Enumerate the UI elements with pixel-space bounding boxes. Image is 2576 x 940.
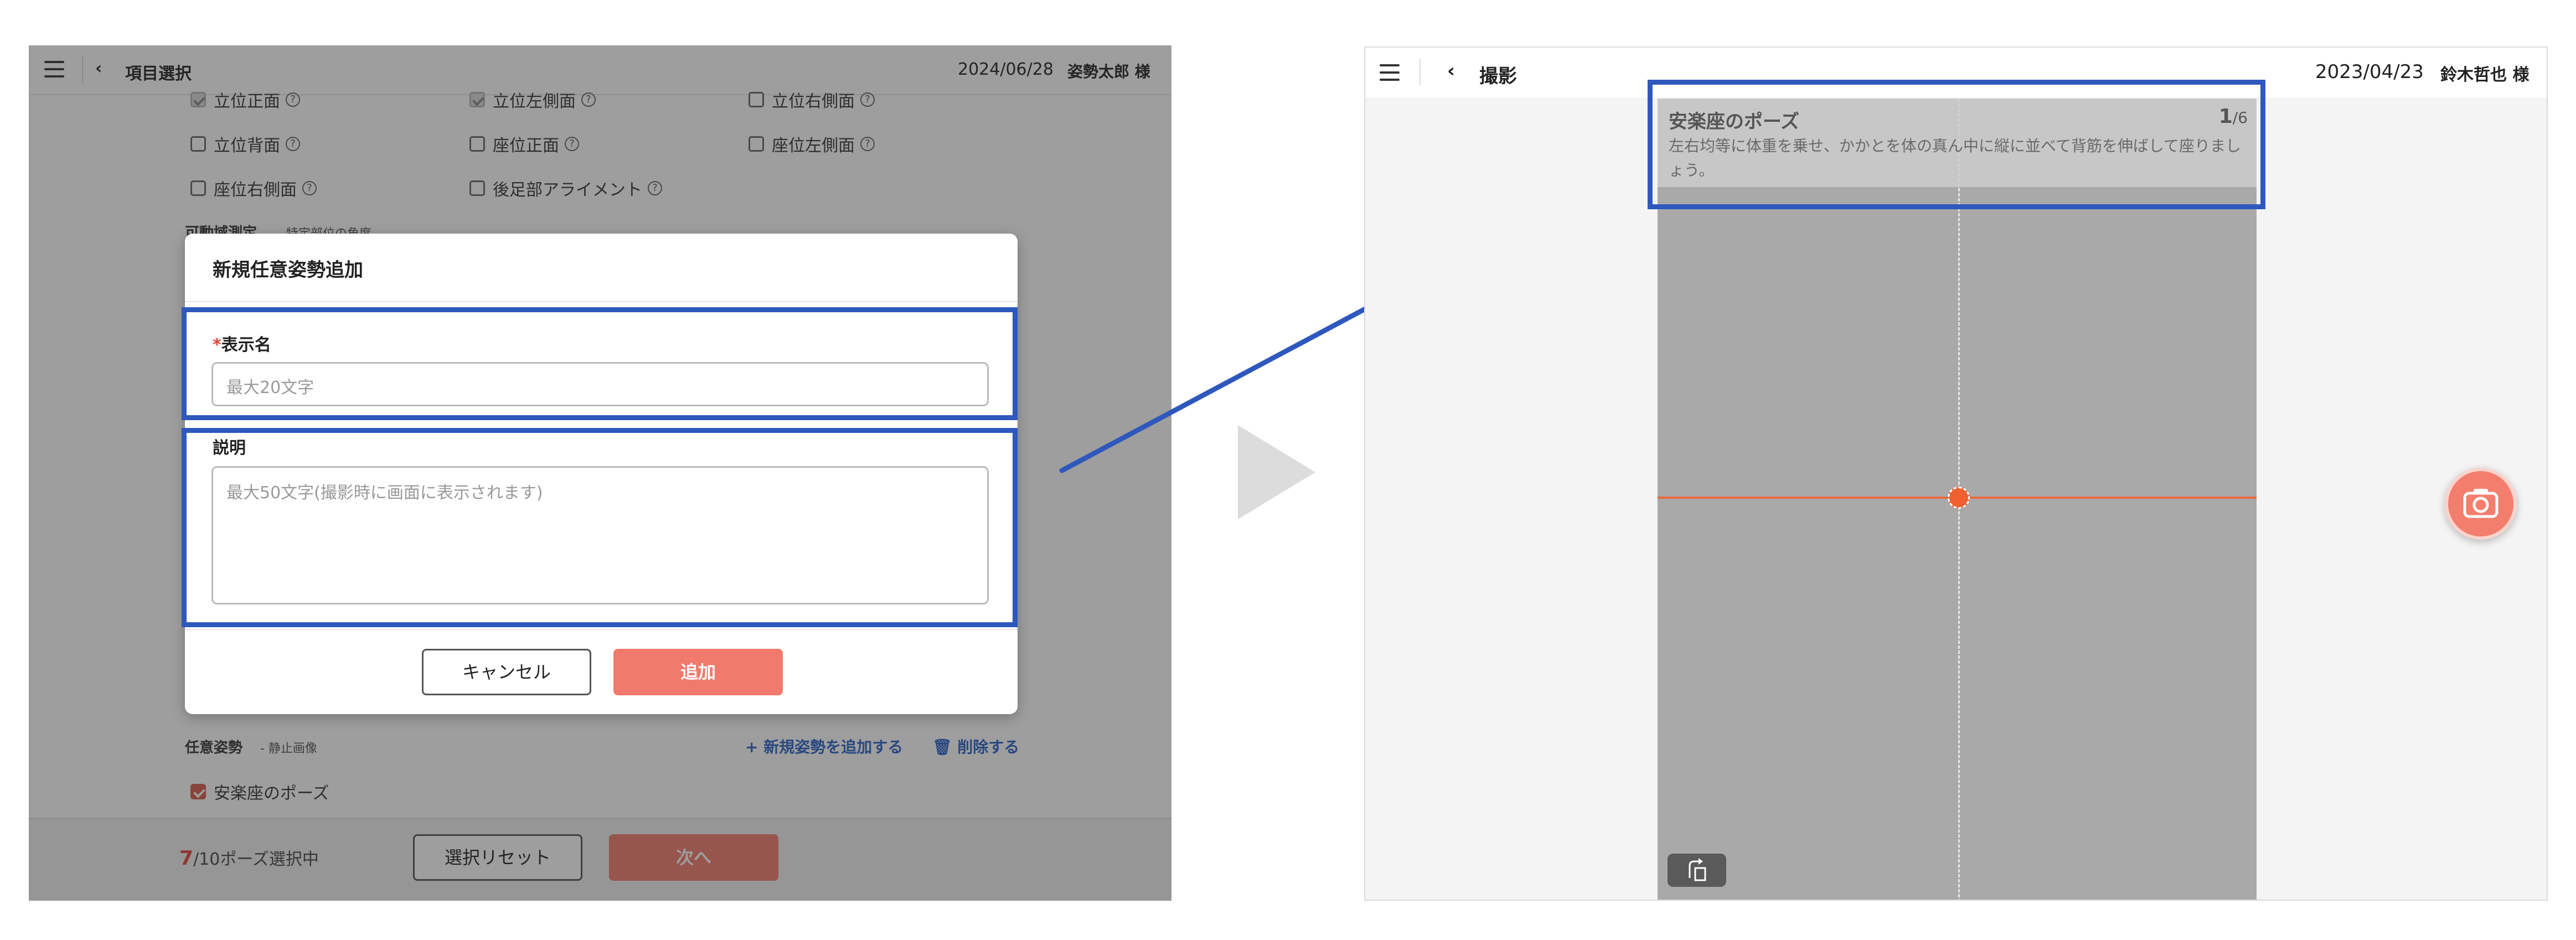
- center-marker: [1948, 487, 1970, 509]
- modal-footer: キャンセル 追加: [185, 629, 1018, 714]
- header-divider: [1419, 59, 1421, 85]
- highlight-pose-card: [1648, 80, 2265, 209]
- rotate-camera-button[interactable]: [1668, 854, 1726, 887]
- header-user: 鈴木哲也 様: [2440, 65, 2529, 85]
- back-chevron-icon[interactable]: ‹: [1447, 60, 1455, 82]
- page-title: 撮影: [1479, 65, 1517, 87]
- camera-icon: [2463, 489, 2498, 518]
- menu-icon[interactable]: [1380, 64, 1400, 81]
- highlight-description-field: [182, 428, 1018, 627]
- play-arrow-icon: [1238, 425, 1315, 519]
- modal-title: 新規任意姿勢追加: [213, 259, 363, 281]
- shutter-button[interactable]: [2445, 468, 2517, 540]
- add-button[interactable]: 追加: [613, 649, 783, 695]
- header-date: 2023/04/23: [2315, 61, 2424, 83]
- rotate-icon: [1689, 858, 1706, 881]
- highlight-name-field: [182, 307, 1018, 420]
- modal-header: 新規任意姿勢追加: [185, 234, 1018, 302]
- cancel-button[interactable]: キャンセル: [422, 649, 591, 695]
